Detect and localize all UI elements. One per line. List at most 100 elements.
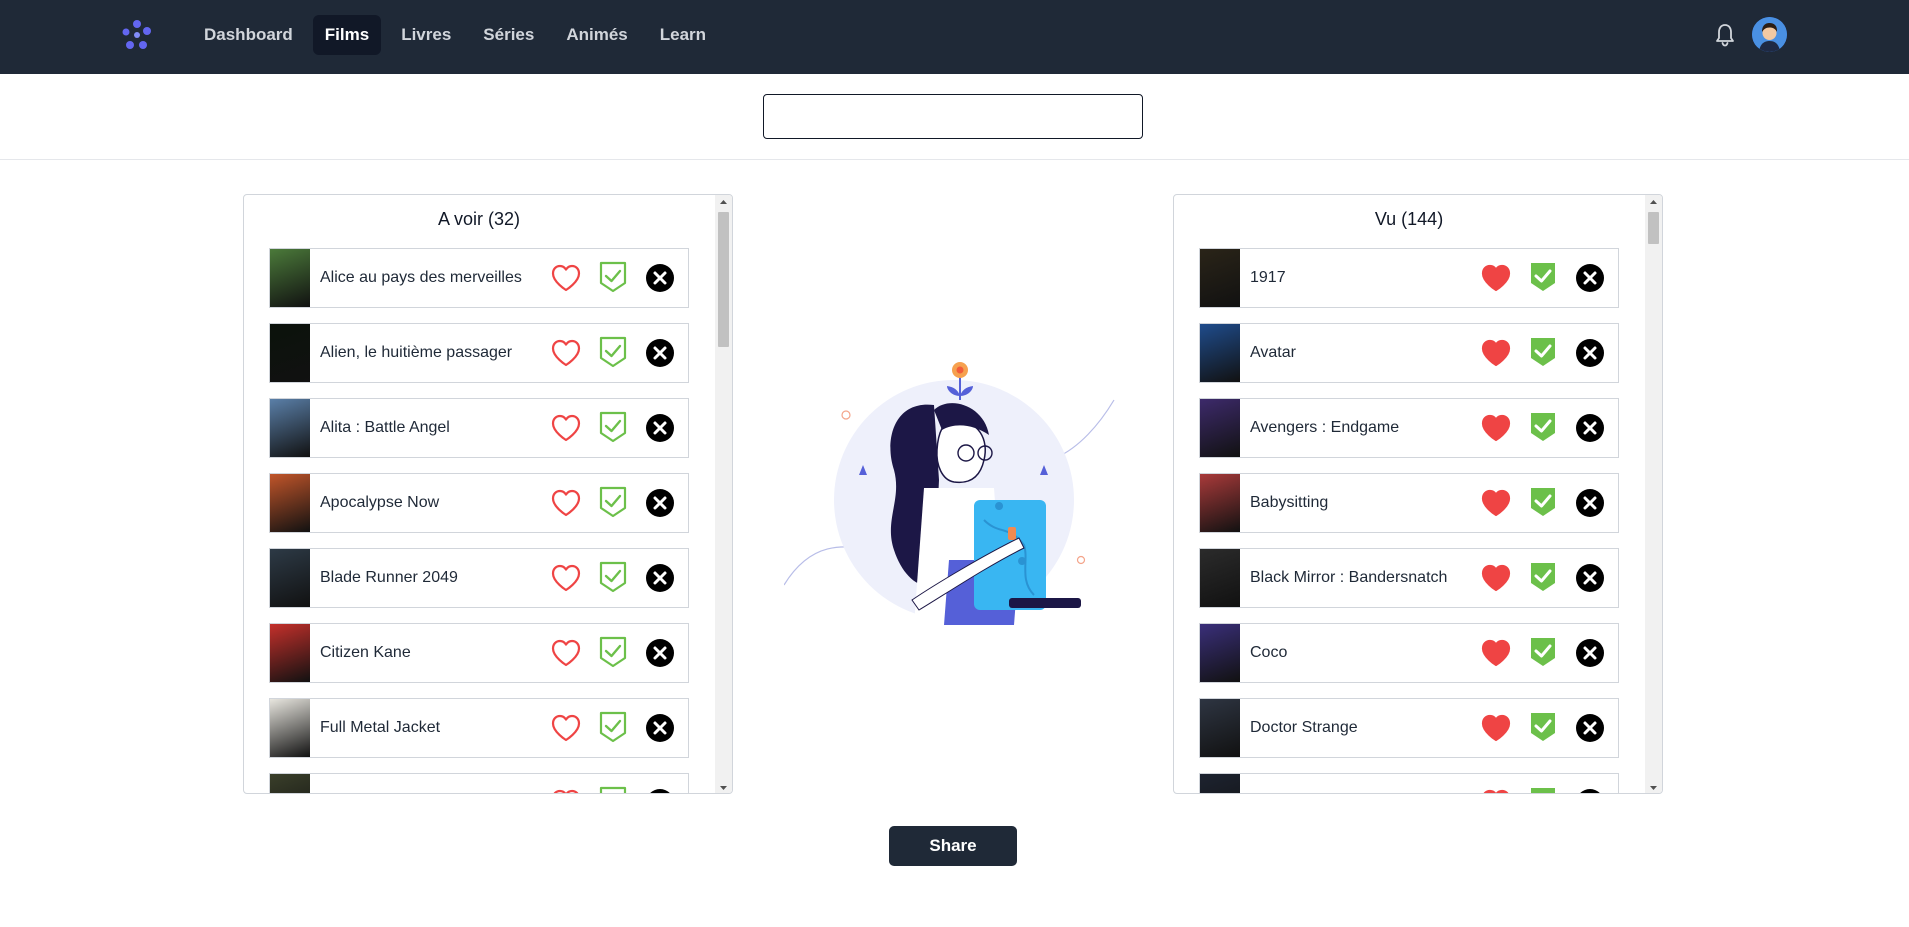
list-item: Citizen Kane: [269, 623, 689, 683]
heart-filled-icon[interactable]: [1481, 639, 1511, 667]
heart-outline-icon[interactable]: [551, 339, 581, 367]
movie-title: Avengers : Endgame: [1250, 419, 1400, 436]
heart-filled-icon[interactable]: [1481, 564, 1511, 592]
movie-poster-thumbnail: [1200, 774, 1240, 793]
heart-outline-icon[interactable]: [551, 414, 581, 442]
nav-item-learn[interactable]: Learn: [648, 15, 718, 55]
close-icon[interactable]: [646, 639, 674, 667]
nav-item-livres[interactable]: Livres: [389, 15, 463, 55]
check-shield-filled-icon[interactable]: [1529, 261, 1557, 293]
reading-woman-illustration: [784, 362, 1115, 625]
scrollbar-thumb[interactable]: [1648, 212, 1659, 244]
check-shield-outline-icon[interactable]: [599, 786, 627, 793]
movie-poster-thumbnail: [1200, 624, 1240, 682]
check-shield-outline-icon[interactable]: [599, 261, 627, 293]
heart-filled-icon[interactable]: [1481, 264, 1511, 292]
search-input[interactable]: [763, 94, 1143, 139]
share-button[interactable]: Share: [889, 826, 1017, 866]
movie-poster-thumbnail: [1200, 549, 1240, 607]
heart-outline-icon[interactable]: [551, 564, 581, 592]
list-item: Avengers : Endgame: [1199, 398, 1619, 458]
close-icon[interactable]: [646, 714, 674, 742]
close-icon[interactable]: [1576, 414, 1604, 442]
list-item: Avatar: [1199, 323, 1619, 383]
scroll-down-arrow-icon[interactable]: [715, 781, 732, 794]
check-shield-outline-icon[interactable]: [599, 561, 627, 593]
heart-outline-icon[interactable]: [551, 264, 581, 292]
check-shield-filled-icon[interactable]: [1529, 561, 1557, 593]
nav-item-anim-s[interactable]: Animés: [554, 15, 639, 55]
nav-item-dashboard[interactable]: Dashboard: [192, 15, 305, 55]
bell-icon[interactable]: [1713, 22, 1737, 48]
heart-outline-icon[interactable]: [551, 489, 581, 517]
close-icon[interactable]: [646, 414, 674, 442]
scroll-up-arrow-icon[interactable]: [715, 195, 732, 209]
movie-poster-thumbnail: [270, 549, 310, 607]
close-icon[interactable]: [1576, 264, 1604, 292]
close-icon[interactable]: [646, 264, 674, 292]
close-icon[interactable]: [646, 564, 674, 592]
movie-poster-thumbnail: [1200, 249, 1240, 307]
check-shield-outline-icon[interactable]: [599, 711, 627, 743]
search-bar-area: [0, 74, 1909, 160]
movie-poster-thumbnail: [1200, 399, 1240, 457]
movie-poster-thumbnail: [1200, 474, 1240, 532]
scroll-up-arrow-icon[interactable]: [1645, 195, 1662, 209]
close-icon[interactable]: [1576, 789, 1604, 793]
list-item: Doctor Strange: [1199, 698, 1619, 758]
check-shield-filled-icon[interactable]: [1529, 411, 1557, 443]
list-item: Full Metal Jacket: [269, 698, 689, 758]
logo-icon[interactable]: [120, 18, 154, 52]
close-icon[interactable]: [1576, 564, 1604, 592]
movie-poster-thumbnail: [270, 624, 310, 682]
close-icon[interactable]: [1576, 339, 1604, 367]
close-icon[interactable]: [646, 339, 674, 367]
scrollbar-thumb[interactable]: [718, 212, 729, 347]
heart-outline-icon[interactable]: [551, 789, 581, 793]
movie-title: Full Metal Jacket: [320, 719, 441, 736]
heart-filled-icon[interactable]: [1481, 789, 1511, 793]
movie-title: Doctor Strange: [1250, 719, 1358, 736]
scroll-down-arrow-icon[interactable]: [1645, 781, 1662, 794]
scrollbar[interactable]: [1645, 195, 1662, 794]
movie-title: Apocalypse Now: [320, 494, 440, 511]
movie-poster-thumbnail: [270, 249, 310, 307]
list-item: Black Mirror : Bandersnatch: [1199, 548, 1619, 608]
heart-filled-icon[interactable]: [1481, 489, 1511, 517]
list-item: Alita : Battle Angel: [269, 398, 689, 458]
to-watch-list: Alice au pays des merveilles Alien, le hu…: [269, 248, 689, 793]
heart-filled-icon[interactable]: [1481, 339, 1511, 367]
movie-title: Alien, le huitième passager: [320, 344, 513, 361]
check-shield-filled-icon[interactable]: [1529, 336, 1557, 368]
close-icon[interactable]: [1576, 714, 1604, 742]
check-shield-filled-icon[interactable]: [1529, 786, 1557, 793]
check-shield-filled-icon[interactable]: [1529, 711, 1557, 743]
avatar[interactable]: [1752, 17, 1787, 52]
watched-panel: Vu (144) 1917 Avatar Avengers : Endgame Bab…: [1173, 194, 1663, 794]
check-shield-outline-icon[interactable]: [599, 336, 627, 368]
nav-item-s-ries[interactable]: Séries: [471, 15, 546, 55]
close-icon[interactable]: [646, 489, 674, 517]
list-item: Blade Runner 2049: [269, 548, 689, 608]
top-navbar: Dashboard Films Livres Séries Animés Learn: [0, 0, 1909, 74]
check-shield-outline-icon[interactable]: [599, 411, 627, 443]
check-shield-filled-icon[interactable]: [1529, 636, 1557, 668]
movie-title: Coco: [1250, 644, 1288, 661]
nav-item-films[interactable]: Films: [312, 15, 382, 55]
movie-title: Alice au pays des merveilles: [320, 269, 522, 286]
list-item: [1199, 773, 1619, 793]
watched-list: 1917 Avatar Avengers : Endgame Babysitting B…: [1199, 248, 1619, 793]
heart-filled-icon[interactable]: [1481, 714, 1511, 742]
check-shield-filled-icon[interactable]: [1529, 486, 1557, 518]
movie-title: Black Mirror : Bandersnatch: [1250, 569, 1448, 586]
close-icon[interactable]: [1576, 489, 1604, 517]
check-shield-outline-icon[interactable]: [599, 486, 627, 518]
scrollbar[interactable]: [715, 195, 732, 794]
close-icon[interactable]: [1576, 639, 1604, 667]
watched-title: Vu (144): [1374, 209, 1444, 229]
close-icon[interactable]: [646, 789, 674, 793]
heart-outline-icon[interactable]: [551, 714, 581, 742]
heart-filled-icon[interactable]: [1481, 414, 1511, 442]
heart-outline-icon[interactable]: [551, 639, 581, 667]
check-shield-outline-icon[interactable]: [599, 636, 627, 668]
